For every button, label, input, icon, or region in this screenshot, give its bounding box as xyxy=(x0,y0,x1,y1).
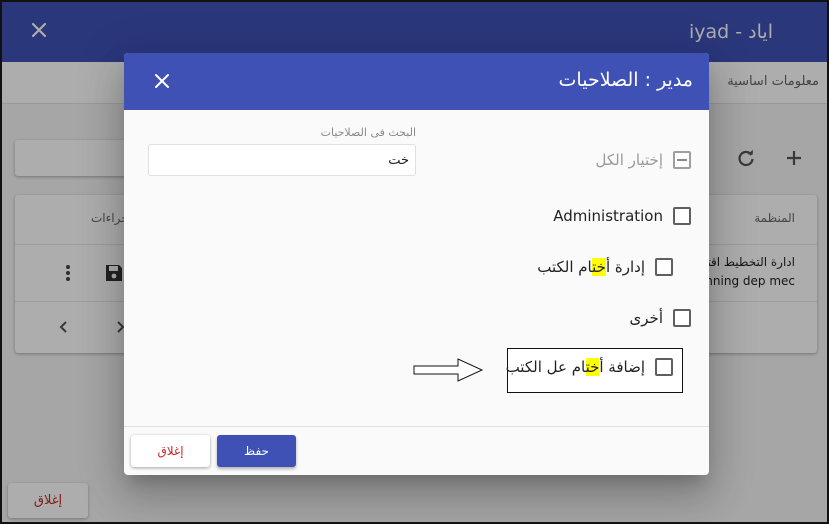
permission-item[interactable]: Administration xyxy=(553,207,691,225)
arrow-right-icon xyxy=(413,358,484,382)
permission-checkbox[interactable] xyxy=(655,258,673,276)
permissions-dialog: مدير : الصلاحيات البحث فى الصلاحيات إختي… xyxy=(124,53,709,475)
permissions-search-input[interactable] xyxy=(148,144,416,176)
select-all-checkbox[interactable] xyxy=(673,151,691,169)
permission-checkbox[interactable] xyxy=(673,207,691,225)
close-icon[interactable] xyxy=(153,72,171,90)
save-button[interactable]: حفظ xyxy=(217,435,296,467)
permission-checkbox[interactable] xyxy=(655,358,673,376)
search-label: البحث فى الصلاحيات xyxy=(320,126,416,139)
permission-label: أخرى xyxy=(629,309,663,327)
permission-item[interactable]: إضافة أختام عل الكتب xyxy=(506,358,673,376)
dialog-actions-divider xyxy=(124,426,709,427)
permission-item[interactable]: إدارة أختام الكتب xyxy=(537,258,673,276)
permission-label: Administration xyxy=(553,207,663,225)
dialog-title: مدير : الصلاحيات xyxy=(558,69,693,91)
permission-checkbox[interactable] xyxy=(673,309,691,327)
select-all-label: إختيار الكل xyxy=(595,151,663,169)
dialog-header: مدير : الصلاحيات xyxy=(124,53,709,110)
select-all-option[interactable]: إختيار الكل xyxy=(596,151,691,169)
dialog-close-button[interactable]: إغلاق xyxy=(131,435,210,467)
permission-label: إضافة أختام عل الكتب xyxy=(505,358,645,376)
app-frame: اياد - iyad معلومات اساسية المنظمة جراءا… xyxy=(0,0,829,524)
permission-label: إدارة أختام الكتب xyxy=(537,258,645,276)
permission-item[interactable]: أخرى xyxy=(630,309,691,327)
